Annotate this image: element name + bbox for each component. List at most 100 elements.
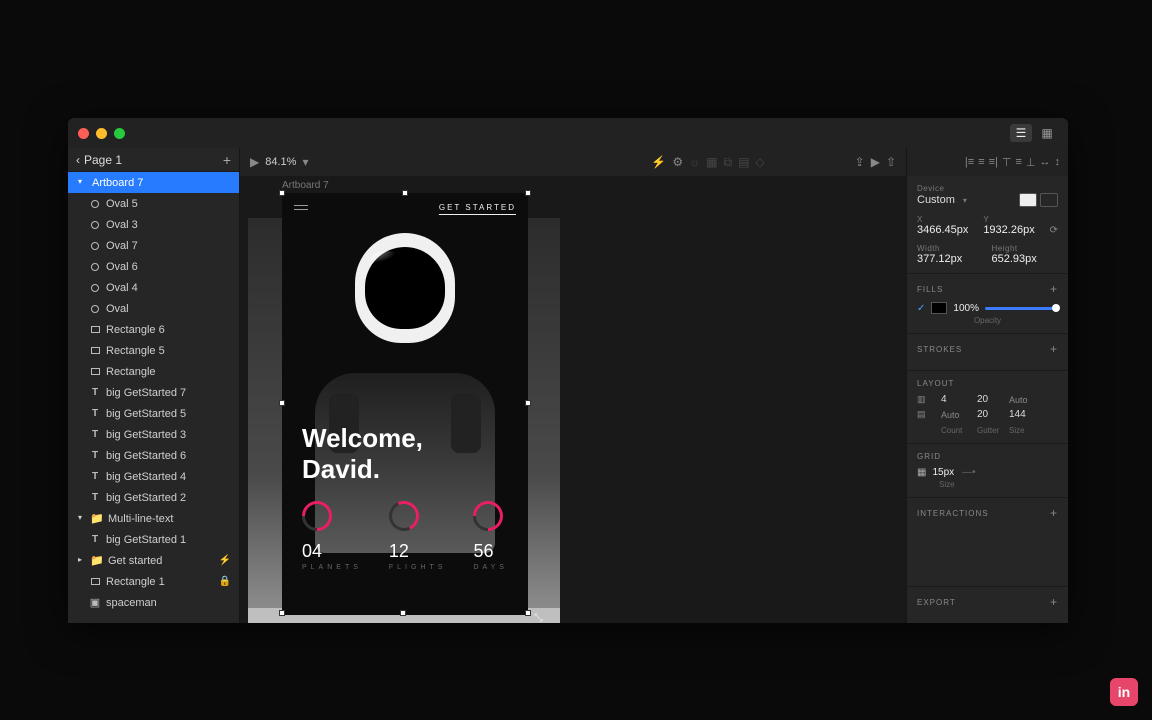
stat-planets: 04 PLANETS [302,501,362,571]
disclosure-icon[interactable]: ▸ [78,555,86,564]
fill-swatch[interactable] [931,302,947,314]
selection-handle[interactable] [402,190,408,196]
layer-oval-4[interactable]: Oval 4 [68,277,239,298]
layers-toggle-icon[interactable]: ☰ [1010,124,1032,142]
device-portrait-button[interactable] [1019,193,1037,207]
oval-icon [90,283,100,293]
layer-rectangle[interactable]: Rectangle [68,361,239,382]
stack-icon[interactable]: ▤ [738,155,749,169]
invision-badge[interactable]: in [1110,678,1138,706]
layer-oval-5[interactable]: Oval 5 [68,193,239,214]
add-page-icon[interactable]: + [223,152,231,168]
distribute-v-icon[interactable]: ↕ [1055,156,1061,168]
selection-handle[interactable] [525,610,531,616]
layer-image-spaceman[interactable]: ▣spaceman [68,592,239,613]
artboard-label[interactable]: Artboard 7 [282,180,329,191]
components-toggle-icon[interactable]: ▦ [1036,124,1058,142]
diamond-icon[interactable]: ◇ [755,155,764,169]
disclosure-icon[interactable]: ▾ [78,513,86,522]
layer-text-2[interactable]: Tbig GetStarted 2 [68,487,239,508]
swap-icon[interactable]: ⟳ [1050,225,1058,236]
canvas[interactable]: ▶ 84.1% ▾ ⚡ ⚙ ☼ ▦ ⧉ ▤ ◇ ⇪ ▶ ⇧ [240,148,906,623]
spaceman-image [355,233,455,343]
align-left-icon[interactable]: |≡ [965,156,974,168]
height-value[interactable]: 652.93px [992,253,1059,265]
artboard-7[interactable]: GET STARTED Welcome, David. 04 PLANETS [282,193,528,615]
selection-handle[interactable] [279,190,285,196]
get-started-link[interactable]: GET STARTED [439,203,516,212]
columns-icon[interactable]: ▥ [917,394,935,405]
layer-group-getstarted[interactable]: ▸📁Get started⚡ [68,550,239,571]
minimize-window-dot[interactable] [96,128,107,139]
oval-icon [90,220,100,230]
add-stroke-icon[interactable]: + [1050,342,1058,356]
fill-enabled-check-icon[interactable]: ✓ [917,303,925,314]
layer-artboard-7[interactable]: ▾ Artboard 7 [68,172,239,193]
zoom-level[interactable]: 84.1% [265,156,296,168]
device-landscape-button[interactable] [1040,193,1058,207]
layer-oval-7[interactable]: Oval 7 [68,235,239,256]
add-fill-icon[interactable]: + [1050,282,1058,296]
selection-handle[interactable] [279,610,285,616]
layer-text-4[interactable]: Tbig GetStarted 4 [68,466,239,487]
rows-icon[interactable]: ▤ [917,409,935,420]
layer-text-7[interactable]: Tbig GetStarted 7 [68,382,239,403]
add-export-icon[interactable]: + [1050,595,1058,609]
width-value[interactable]: 377.12px [917,253,984,265]
selection-handle[interactable] [525,190,531,196]
distribute-h-icon[interactable]: ↔ [1040,156,1051,168]
chevron-down-icon[interactable]: ▾ [302,155,308,169]
grid-icon[interactable]: ▦ [917,467,926,478]
selection-handle[interactable] [525,400,531,406]
close-window-dot[interactable] [78,128,89,139]
layers-icon[interactable]: ▦ [706,155,717,169]
folder-icon: 📁 [92,556,102,566]
grid-size-value[interactable]: 15px [932,467,954,478]
stats-row: 04 PLANETS 12 FLIGHTS 56 DAYS [302,501,508,571]
layer-group-multiline[interactable]: ▾📁Multi-line-text [68,508,239,529]
disclosure-icon[interactable]: ▾ [78,177,86,186]
layer-text-5[interactable]: Tbig GetStarted 5 [68,403,239,424]
gear-icon[interactable]: ⚙ [672,155,683,169]
align-bottom-icon[interactable]: ⊥ [1026,156,1036,169]
add-interaction-icon[interactable]: + [1050,506,1058,520]
maximize-window-dot[interactable] [114,128,125,139]
align-center-icon[interactable]: ≡ [978,156,984,168]
layers-list[interactable]: ▾ Artboard 7 Oval 5 Oval 3 Oval 7 Oval 6… [68,172,239,623]
titlebar: ☰ ▦ [68,118,1068,148]
page-header[interactable]: ‹ Page 1 + [68,148,239,172]
layer-oval[interactable]: Oval [68,298,239,319]
x-value[interactable]: 3466.45px [917,224,975,236]
align-middle-icon[interactable]: ≡ [1015,156,1021,168]
layer-text-1[interactable]: Tbig GetStarted 1 [68,529,239,550]
align-right-icon[interactable]: ≡| [989,156,998,168]
fill-opacity-value[interactable]: 100% [953,303,979,314]
copy-icon[interactable]: ⧉ [723,155,732,170]
inspector-align-toolbar: |≡ ≡ ≡| ⊤ ≡ ⊥ ↔ ↕ [907,148,1068,176]
folder-icon: 📁 [92,514,102,524]
align-top-icon[interactable]: ⊤ [1002,156,1012,169]
layer-oval-3[interactable]: Oval 3 [68,214,239,235]
upload-icon[interactable]: ⇪ [855,155,865,169]
preview-icon[interactable]: ▶ [871,155,880,169]
layer-rectangle-5[interactable]: Rectangle 5 [68,340,239,361]
bolt-icon[interactable]: ⚡ [651,155,666,169]
layer-rectangle-1[interactable]: Rectangle 1🔒 [68,571,239,592]
window-traffic-lights [78,128,125,139]
selection-handle[interactable] [279,400,285,406]
layer-oval-6[interactable]: Oval 6 [68,256,239,277]
rectangle-icon [90,367,100,377]
y-value[interactable]: 1932.26px [983,224,1041,236]
play-icon[interactable]: ▶ [250,155,259,169]
layer-text-3[interactable]: Tbig GetStarted 3 [68,424,239,445]
hamburger-icon[interactable] [294,205,308,210]
share-icon[interactable]: ⇧ [886,155,896,169]
layer-rectangle-6[interactable]: Rectangle 6 [68,319,239,340]
layer-text-6[interactable]: Tbig GetStarted 6 [68,445,239,466]
selection-handle[interactable] [400,610,406,616]
sun-icon[interactable]: ☼ [689,155,700,169]
fills-section: FILLS+ ✓ 100% Opacity [907,273,1068,333]
device-value[interactable]: Custom [917,194,955,206]
opacity-slider[interactable] [985,307,1058,310]
back-chevron-icon[interactable]: ‹ [76,153,80,167]
